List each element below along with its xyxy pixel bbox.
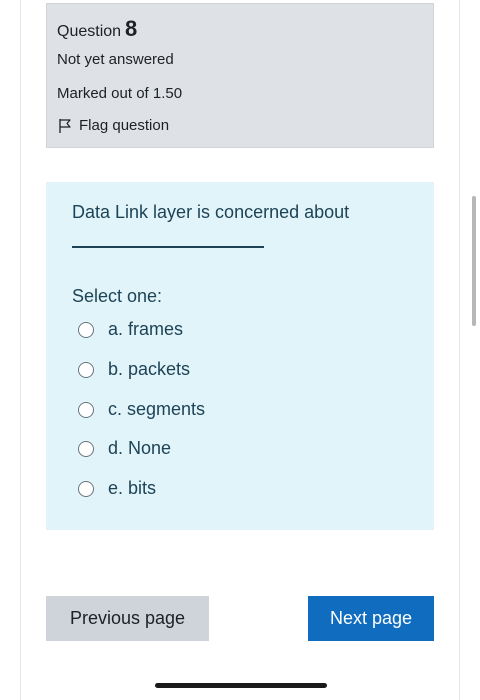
- radio-button[interactable]: [78, 440, 94, 457]
- question-label: Question: [57, 23, 122, 40]
- option-b[interactable]: b. packets: [78, 359, 190, 380]
- question-marks: Marked out of 1.50: [57, 85, 183, 102]
- previous-page-button[interactable]: Previous page: [46, 596, 209, 641]
- next-page-button[interactable]: Next page: [308, 596, 434, 641]
- radio-button[interactable]: [78, 401, 94, 418]
- question-info-panel: Question 8 Not yet answered Marked out of…: [46, 3, 434, 148]
- scrollbar[interactable]: [472, 196, 476, 326]
- radio-button[interactable]: [78, 480, 94, 497]
- flag-icon: [59, 118, 71, 133]
- option-label: b. packets: [108, 359, 191, 379]
- option-label: c. segments: [108, 399, 206, 419]
- option-c[interactable]: c. segments: [78, 399, 205, 420]
- option-label: d. None: [108, 438, 172, 458]
- home-indicator[interactable]: [155, 683, 327, 688]
- select-prompt: Select one:: [72, 286, 163, 306]
- radio-button[interactable]: [78, 361, 94, 378]
- flag-question-label: Flag question: [79, 117, 170, 134]
- option-a[interactable]: a. frames: [78, 319, 183, 340]
- question-heading: Question 8: [57, 16, 137, 42]
- question-number: 8: [125, 16, 138, 41]
- question-status: Not yet answered: [57, 51, 174, 68]
- option-e[interactable]: e. bits: [78, 478, 156, 499]
- option-d[interactable]: d. None: [78, 438, 171, 459]
- option-label: a. frames: [108, 319, 184, 339]
- option-label: e. bits: [108, 478, 157, 498]
- answer-blank-line: [72, 246, 264, 248]
- flag-question-link[interactable]: Flag question: [57, 117, 169, 134]
- radio-button[interactable]: [78, 321, 94, 338]
- question-text: Data Link layer is concerned about: [72, 202, 350, 222]
- question-content-panel: Data Link layer is concerned about Selec…: [46, 182, 434, 530]
